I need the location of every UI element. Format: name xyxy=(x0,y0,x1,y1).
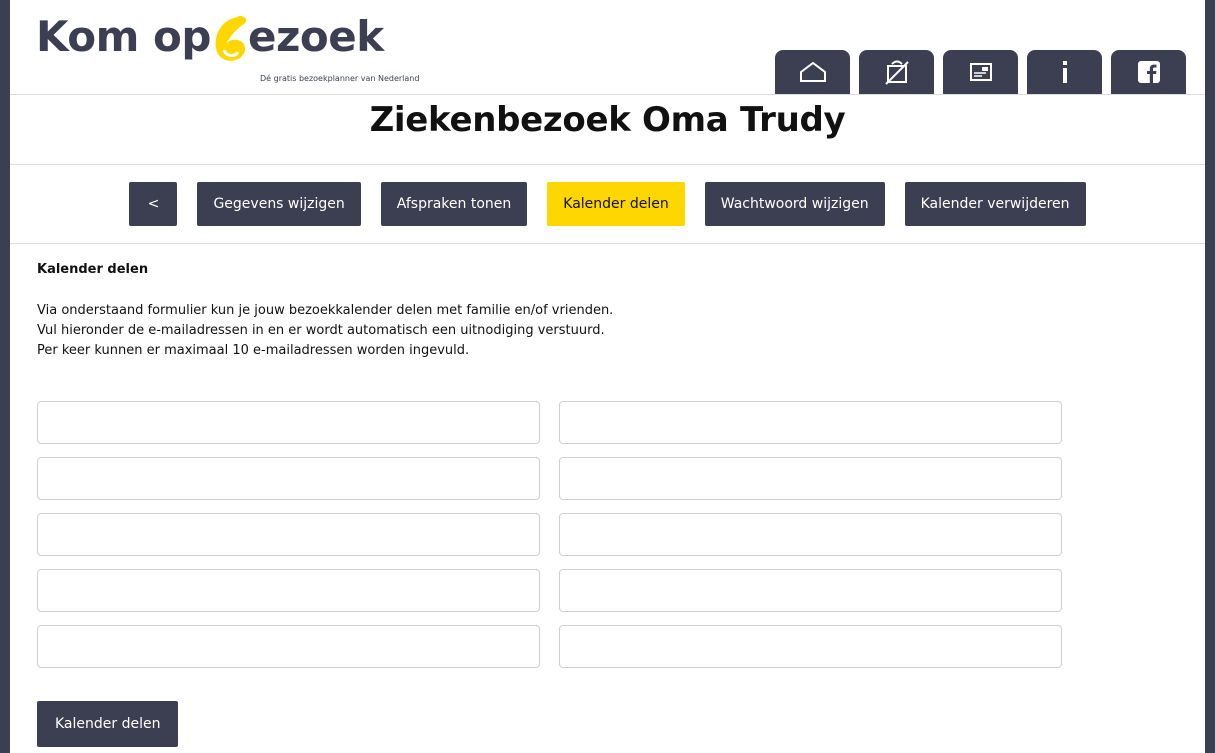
intro-text: Via onderstaand formulier kun je jouw be… xyxy=(37,301,1177,361)
intro-line: Per keer kunnen er maximaal 10 e-mailadr… xyxy=(37,343,470,358)
email-fields-grid xyxy=(37,401,1062,668)
email-field[interactable] xyxy=(559,569,1062,612)
header-divider xyxy=(10,94,1205,95)
intro-line: Via onderstaand formulier kun je jouw be… xyxy=(37,303,614,318)
back-button[interactable]: < xyxy=(129,182,178,226)
email-field[interactable] xyxy=(559,457,1062,500)
tagline: Dé gratis bezoekplanner van Nederland xyxy=(260,74,420,83)
calendar-edit-button[interactable] xyxy=(859,50,934,94)
email-field[interactable] xyxy=(559,401,1062,444)
contact-card-icon xyxy=(969,63,992,81)
contact-button[interactable] xyxy=(943,50,1018,94)
change-password-button[interactable]: Wachtwoord wijzigen xyxy=(704,182,885,226)
facebook-icon xyxy=(1137,61,1160,83)
info-button[interactable] xyxy=(1027,50,1102,94)
home-icon xyxy=(799,61,826,82)
share-calendar-submit-button[interactable]: Kalender delen xyxy=(37,701,179,747)
email-field[interactable] xyxy=(559,625,1062,668)
edit-details-button[interactable]: Gegevens wijzigen xyxy=(197,182,361,226)
email-field[interactable] xyxy=(559,513,1062,556)
show-appointments-button[interactable]: Afspraken tonen xyxy=(380,182,528,226)
intro-line: Vul hieronder de e-mailadressen in en er… xyxy=(37,323,605,338)
calendar-edit-icon xyxy=(884,60,909,85)
share-form-text: Kalender delen Via onderstaand formulier… xyxy=(37,262,1177,361)
email-field[interactable] xyxy=(37,625,540,668)
page-title: Ziekenbezoek Oma Trudy xyxy=(369,100,846,140)
page: Kom op ezoek Dé gratis bezoekplanner van… xyxy=(10,0,1205,753)
section-title: Kalender delen xyxy=(37,262,149,277)
title-divider xyxy=(10,164,1205,165)
email-field[interactable] xyxy=(37,401,540,444)
header: Kom op ezoek Dé gratis bezoekplanner van… xyxy=(10,0,1205,94)
subnav-divider xyxy=(10,243,1205,244)
logo-b-swirl-icon xyxy=(215,16,247,61)
email-field[interactable] xyxy=(37,569,540,612)
calendar-subnav: < Gegevens wijzigen Afspraken tonen Kale… xyxy=(10,182,1205,226)
email-field[interactable] xyxy=(37,457,540,500)
facebook-button[interactable] xyxy=(1111,50,1186,94)
info-icon xyxy=(1062,61,1067,83)
delete-calendar-button[interactable]: Kalender verwijderen xyxy=(904,182,1086,226)
top-navigation xyxy=(775,50,1186,94)
share-calendar-tab[interactable]: Kalender delen xyxy=(547,182,685,226)
logo-text-part2: ezoek xyxy=(248,12,384,61)
logo-text-part1: Kom op xyxy=(36,12,211,61)
home-button[interactable] xyxy=(775,50,850,94)
email-field[interactable] xyxy=(37,513,540,556)
